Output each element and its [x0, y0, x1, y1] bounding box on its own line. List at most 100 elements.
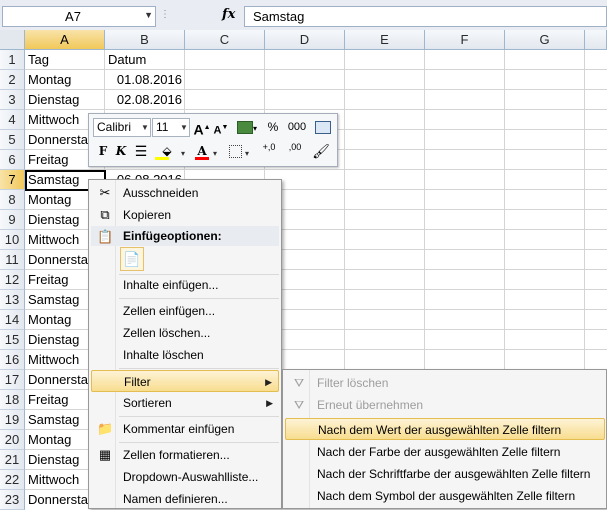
menu-item-copy[interactable]: ⧉ Kopieren — [91, 204, 279, 226]
borders-button[interactable] — [227, 142, 243, 161]
row-header[interactable]: 2 — [0, 70, 25, 90]
row-header[interactable]: 10 — [0, 230, 25, 250]
menu-item-label: Inhalte einfügen... — [123, 278, 219, 292]
submenu-item-by-value[interactable]: Nach dem Wert der ausgewählten Zelle fil… — [285, 418, 605, 440]
font-color-swatch — [195, 157, 209, 160]
select-all-corner[interactable] — [0, 30, 25, 50]
font-color-button[interactable]: A — [193, 142, 211, 161]
insert-function-button[interactable]: fx — [222, 7, 235, 22]
menu-item-define-name[interactable]: Namen definieren... — [91, 488, 279, 510]
row-header[interactable]: 9 — [0, 210, 25, 230]
name-box[interactable]: A7 ▼ — [2, 6, 156, 27]
row-header[interactable]: 6 — [0, 150, 25, 170]
number-format-button[interactable]: ▾ — [234, 118, 260, 137]
row-header[interactable]: 14 — [0, 310, 25, 330]
column-header-b[interactable]: B — [105, 30, 185, 50]
thousands-separator-button[interactable]: 000 — [285, 118, 309, 137]
row-header[interactable]: 1 — [0, 50, 25, 70]
formula-bar: A7 ▼ ⋮ fx Samstag — [0, 0, 607, 34]
clear-filter-icon: ⛛ — [293, 376, 305, 390]
submenu-item-label: Nach der Farbe der ausgewählten Zelle fi… — [317, 445, 561, 459]
column-header-h[interactable] — [585, 30, 607, 50]
menu-item-paste-special[interactable]: Inhalte einfügen... — [91, 274, 279, 296]
menu-item-label: Zellen einfügen... — [123, 304, 216, 318]
align-center-icon[interactable]: ☰ — [133, 142, 149, 161]
chevron-down-icon[interactable]: ▼ — [180, 123, 188, 132]
menu-item-insert-comment[interactable]: 📁 Kommentar einfügen — [91, 418, 279, 440]
format-cells-icon: ▦ — [98, 447, 112, 462]
row-header[interactable]: 20 — [0, 430, 25, 450]
row-header[interactable]: 19 — [0, 410, 25, 430]
menu-separator — [119, 368, 279, 369]
row-header[interactable]: 22 — [0, 470, 25, 490]
row-header[interactable]: 15 — [0, 330, 25, 350]
italic-button[interactable]: K — [113, 142, 129, 161]
submenu-item-by-symbol[interactable]: Nach dem Symbol der ausgewählten Zelle f… — [285, 485, 605, 507]
menu-item-label: Ausschneiden — [123, 186, 199, 200]
menu-item-cut[interactable]: ✂ Ausschneiden — [91, 182, 279, 204]
row-header[interactable]: 13 — [0, 290, 25, 310]
row-header[interactable]: 17 — [0, 370, 25, 390]
paste-option-button[interactable]: 📄 — [120, 247, 144, 271]
column-header-a[interactable]: A — [25, 30, 105, 50]
row-header[interactable]: 12 — [0, 270, 25, 290]
menu-item-label: Namen definieren... — [123, 492, 228, 506]
paste-icon: 📄 — [123, 251, 141, 267]
menu-item-filter[interactable]: Filter ▶ — [91, 370, 279, 392]
increase-decimal-button[interactable]: +,0 — [257, 142, 281, 161]
format-painter-icon[interactable]: 🖌 — [311, 142, 331, 161]
chevron-down-icon[interactable]: ▼ — [141, 123, 149, 132]
submenu-item-clear-filter[interactable]: ⛛ Filter löschen — [285, 372, 605, 394]
row-header[interactable]: 4 — [0, 110, 25, 130]
paste-options-label: Einfügeoptionen: — [123, 229, 222, 243]
submenu-item-by-color[interactable]: Nach der Farbe der ausgewählten Zelle fi… — [285, 441, 605, 463]
merge-center-button[interactable] — [313, 118, 333, 137]
menu-item-dropdown-list[interactable]: Dropdown-Auswahlliste... — [91, 466, 279, 488]
shrink-font-button[interactable]: A▼ — [212, 118, 230, 137]
column-header-f[interactable]: F — [425, 30, 505, 50]
percent-button[interactable]: % — [264, 118, 282, 137]
bold-button[interactable]: F — [95, 142, 111, 161]
fill-color-button[interactable]: ⬙ — [153, 142, 181, 161]
chevron-down-icon[interactable]: ▼ — [144, 10, 153, 20]
context-menu: ✂ Ausschneiden ⧉ Kopieren 📋 Einfügeoptio… — [88, 179, 282, 509]
cell-b3[interactable]: 02.08.2016 — [108, 90, 182, 110]
menu-item-delete-cells[interactable]: Zellen löschen... — [91, 322, 279, 344]
menu-separator — [119, 298, 279, 299]
grow-font-button[interactable]: A▲ — [193, 118, 211, 138]
column-header-d[interactable]: D — [265, 30, 345, 50]
row-header[interactable]: 8 — [0, 190, 25, 210]
menu-item-clear-contents[interactable]: Inhalte löschen — [91, 344, 279, 366]
formula-input[interactable]: Samstag — [244, 6, 607, 27]
menu-item-insert-cells[interactable]: Zellen einfügen... — [91, 300, 279, 322]
row-header[interactable]: 18 — [0, 390, 25, 410]
currency-icon — [236, 121, 253, 135]
row-header[interactable]: 7 — [0, 170, 25, 190]
menu-separator — [119, 416, 279, 417]
formula-value: Samstag — [253, 9, 305, 24]
row-header[interactable]: 21 — [0, 450, 25, 470]
menu-item-sort[interactable]: Sortieren ▶ — [91, 392, 279, 414]
chevron-down-icon[interactable]: ▾ — [213, 149, 217, 158]
submenu-item-by-font-color[interactable]: Nach der Schriftfarbe der ausgewählten Z… — [285, 463, 605, 485]
scissors-icon: ✂ — [99, 185, 111, 200]
chevron-down-icon[interactable]: ▾ — [181, 149, 185, 158]
column-header-g[interactable]: G — [505, 30, 585, 50]
submenu-item-label: Erneut übernehmen — [317, 398, 424, 412]
filter-submenu: ⛛ Filter löschen ⛛ Erneut übernehmen Nac… — [282, 369, 607, 509]
row-header[interactable]: 23 — [0, 490, 25, 510]
row-header[interactable]: 3 — [0, 90, 25, 110]
column-header-c[interactable]: C — [185, 30, 265, 50]
decrease-decimal-button[interactable]: ,00 — [283, 142, 307, 161]
column-header-e[interactable]: E — [345, 30, 425, 50]
cell-b2[interactable]: 01.08.2016 — [108, 70, 182, 90]
row-header[interactable]: 16 — [0, 350, 25, 370]
chevron-down-icon[interactable]: ▾ — [245, 149, 249, 158]
cell-b1[interactable]: Datum — [108, 50, 182, 70]
menu-item-format-cells[interactable]: ▦ Zellen formatieren... — [91, 444, 279, 466]
submenu-item-label: Nach dem Symbol der ausgewählten Zelle f… — [317, 489, 576, 503]
row-header[interactable]: 5 — [0, 130, 25, 150]
submenu-item-reapply[interactable]: ⛛ Erneut übernehmen — [285, 394, 605, 416]
menu-separator — [119, 442, 279, 443]
row-header[interactable]: 11 — [0, 250, 25, 270]
